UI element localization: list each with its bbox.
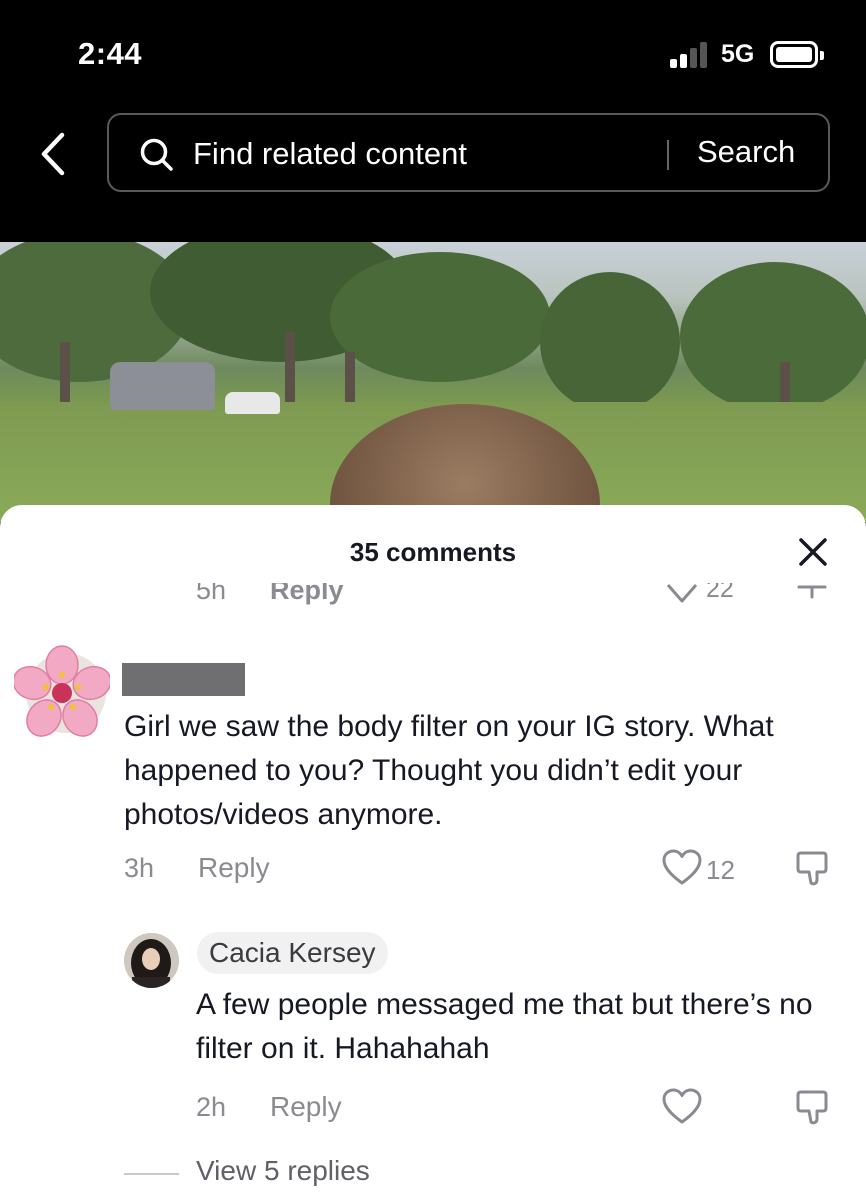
replies-divider (124, 1173, 179, 1175)
reply-button[interactable]: Reply (198, 852, 270, 884)
search-input[interactable] (193, 135, 653, 173)
status-time: 2:44 (78, 36, 143, 71)
view-replies-button[interactable]: View 5 replies (196, 1155, 370, 1187)
reply-author-name[interactable]: Cacia Kersey (197, 932, 388, 974)
search-icon (140, 138, 173, 171)
network-type: 5G (721, 40, 755, 68)
comment-time: 3h (124, 853, 155, 883)
previous-comment-actions: 5h Reply 22 (0, 583, 866, 613)
reply-text: A few people messaged me that but there’… (196, 988, 813, 1065)
pink-flower-avatar[interactable] (14, 645, 110, 741)
comments-sheet: 35 comments 5h Reply 22 Girl we saw the … (0, 505, 866, 1200)
dislike-icon[interactable] (795, 583, 829, 603)
chevron-left-icon[interactable] (34, 129, 74, 179)
redacted-username (122, 663, 245, 696)
search-header: Search (0, 105, 866, 242)
reply-button[interactable]: Reply (270, 1091, 342, 1123)
status-bar: 2:44 5G (0, 0, 866, 105)
search-divider (667, 140, 669, 170)
search-button[interactable]: Search (697, 134, 795, 170)
dislike-icon[interactable] (795, 1089, 829, 1127)
reply-button[interactable]: Reply (270, 583, 344, 606)
search-bar[interactable]: Search (107, 113, 830, 192)
profile-photo-avatar[interactable] (124, 933, 179, 988)
dislike-icon[interactable] (795, 850, 829, 888)
like-count: 22 (706, 583, 734, 603)
like-count: 12 (706, 855, 735, 885)
comment-time: 5h (196, 583, 227, 605)
comment-text: Girl we saw the body filter on your IG s… (124, 710, 774, 831)
heart-icon[interactable] (662, 849, 702, 887)
battery-icon (770, 41, 824, 68)
signal-strength-icon (670, 42, 710, 68)
reply-time: 2h (196, 1092, 227, 1122)
heart-icon[interactable] (662, 1088, 702, 1126)
heart-icon[interactable] (664, 583, 700, 607)
close-icon[interactable] (797, 536, 829, 568)
video-background (0, 242, 866, 522)
comments-count-title: 35 comments (349, 537, 517, 567)
